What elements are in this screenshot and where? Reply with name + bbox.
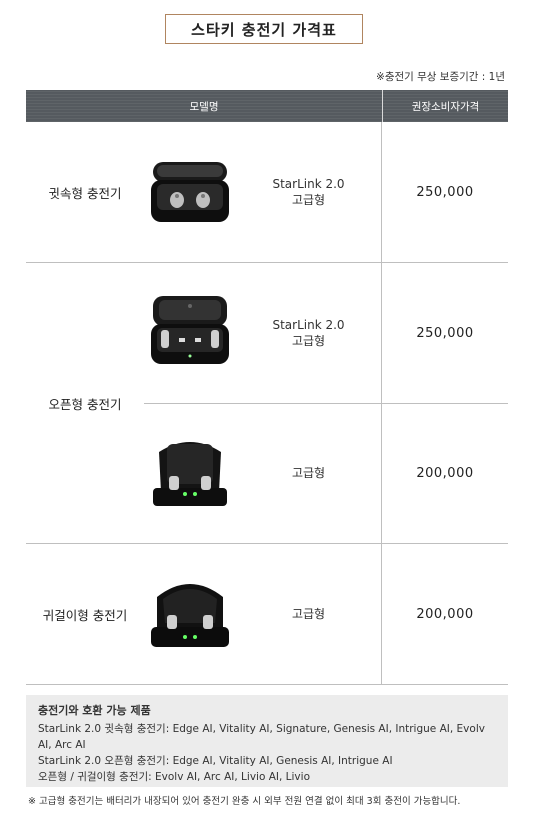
table-group-bte: 귀걸이형 충전기 고급형 200,000 (26, 544, 508, 685)
price-value: 250,000 (416, 325, 474, 341)
model-line2: 고급형 (291, 466, 326, 480)
footnote: ※ 고급형 충전기는 배터리가 내장되어 있어 충전기 완충 시 외부 전원 연… (28, 796, 461, 807)
warranty-note: ※충전기 무상 보증기간 : 1년 (376, 71, 505, 83)
open-fit-standard-charger-image (144, 403, 236, 543)
price-value: 200,000 (416, 606, 474, 622)
compatibility-line: StarLink 2.0 오픈형 충전기: Edge AI, Vitality … (38, 755, 393, 767)
model-line1: StarLink 2.0 (272, 318, 345, 332)
bte-charger-image (144, 544, 236, 684)
model-line2: 고급형 (291, 334, 326, 348)
model-name: StarLink 2.0 고급형 (236, 263, 382, 403)
model-name: 고급형 (236, 544, 382, 684)
price-table: 모델명 권장소비자가격 귓속형 충전기 StarLink 2.0 고급형 250… (26, 90, 508, 685)
table-row: 귀걸이형 충전기 고급형 200,000 (26, 544, 508, 684)
model-name: 고급형 (236, 403, 382, 543)
table-group-in-ear: 귓속형 충전기 StarLink 2.0 고급형 250,000 (26, 122, 508, 263)
category-label: 귓속형 충전기 (48, 185, 122, 201)
compatibility-box: 충전기와 호환 가능 제품 StarLink 2.0 귓속형 충전기: Edge… (26, 695, 508, 787)
compatibility-heading: 충전기와 호환 가능 제품 (38, 704, 151, 717)
header-price: 권장소비자가격 (411, 100, 480, 113)
row-divider (144, 403, 508, 404)
category-label: 귀걸이형 충전기 (42, 607, 128, 623)
model-line2: 고급형 (291, 193, 326, 207)
in-ear-charger-image (144, 122, 236, 262)
compatibility-line: 오픈형 / 귀걸이형 충전기: Evolv AI, Arc AI, Livio … (38, 771, 310, 783)
table-row: 귓속형 충전기 StarLink 2.0 고급형 250,000 (26, 122, 508, 262)
header-model: 모델명 (26, 90, 383, 122)
price-value: 250,000 (416, 184, 474, 200)
compatibility-line: StarLink 2.0 귓속형 충전기: Edge AI, Vitality … (38, 723, 485, 751)
model-name: StarLink 2.0 고급형 (236, 122, 382, 262)
table-group-open-fit: 오픈형 충전기 StarLink 2.0 고급형 250,000 고급형 200… (26, 263, 508, 544)
model-line1: StarLink 2.0 (272, 177, 345, 191)
model-line2: 고급형 (291, 607, 326, 621)
category-label: 오픈형 충전기 (48, 396, 122, 412)
open-fit-charger-image (144, 263, 236, 403)
price-value: 200,000 (416, 465, 474, 481)
page-title: 스타키 충전기 가격표 (165, 14, 363, 44)
table-header: 모델명 권장소비자가격 (26, 90, 508, 122)
